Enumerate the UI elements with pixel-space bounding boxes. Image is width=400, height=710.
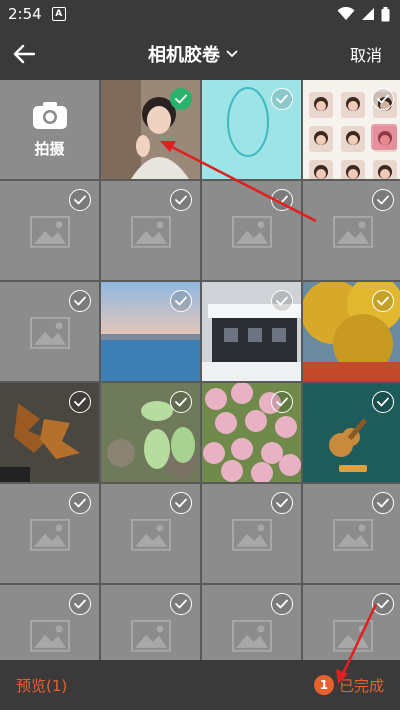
- select-circle-icon[interactable]: [271, 391, 293, 413]
- select-circle-icon[interactable]: [170, 593, 192, 615]
- photo-grid: 拍摄: [0, 80, 400, 660]
- select-circle-icon[interactable]: [372, 189, 394, 211]
- select-circle-icon[interactable]: [170, 189, 192, 211]
- photo-thumbnail[interactable]: [303, 80, 400, 179]
- select-circle-icon[interactable]: [69, 189, 91, 211]
- photo-thumbnail[interactable]: [101, 282, 200, 381]
- image-placeholder-icon: [29, 215, 70, 251]
- select-circle-icon[interactable]: [372, 593, 394, 615]
- select-circle-icon[interactable]: [69, 391, 91, 413]
- image-placeholder-icon: [332, 215, 373, 251]
- select-circle-icon[interactable]: [372, 88, 394, 110]
- photo-placeholder[interactable]: [0, 484, 99, 583]
- back-button[interactable]: [12, 42, 36, 66]
- image-placeholder-icon: [29, 619, 70, 655]
- select-circle-icon[interactable]: [69, 593, 91, 615]
- notification-icon: A: [51, 7, 66, 21]
- image-placeholder-icon: [130, 518, 171, 554]
- select-circle-icon[interactable]: [170, 492, 192, 514]
- select-circle-icon[interactable]: [170, 290, 192, 312]
- done-button[interactable]: 1 已完成: [313, 675, 384, 696]
- photo-thumbnail[interactable]: [202, 383, 301, 482]
- photo-placeholder[interactable]: [303, 484, 400, 583]
- photo-placeholder[interactable]: [101, 585, 200, 660]
- checked-circle-icon[interactable]: [170, 88, 192, 110]
- select-circle-icon[interactable]: [372, 492, 394, 514]
- image-placeholder-icon: [332, 619, 373, 655]
- photo-thumbnail[interactable]: [303, 383, 400, 482]
- select-circle-icon[interactable]: [69, 290, 91, 312]
- camera-capture-button[interactable]: 拍摄: [0, 80, 99, 179]
- photo-thumbnail[interactable]: [0, 383, 99, 482]
- bottom-bar: 预览(1) 1 已完成: [0, 660, 400, 710]
- image-placeholder-icon: [130, 619, 171, 655]
- photo-placeholder[interactable]: [0, 282, 99, 381]
- photo-placeholder[interactable]: [202, 585, 301, 660]
- wifi-icon: [337, 7, 355, 20]
- image-placeholder-icon: [29, 316, 70, 352]
- image-placeholder-icon: [332, 518, 373, 554]
- signal-icon: [362, 8, 374, 20]
- photo-placeholder[interactable]: [101, 181, 200, 280]
- battery-icon: [381, 6, 390, 21]
- select-circle-icon[interactable]: [69, 492, 91, 514]
- done-label: 已完成: [338, 676, 384, 695]
- status-time: 2:54: [8, 5, 42, 23]
- photo-thumbnail[interactable]: [202, 282, 301, 381]
- select-circle-icon[interactable]: [271, 492, 293, 514]
- image-placeholder-icon: [29, 518, 70, 554]
- select-circle-icon[interactable]: [271, 189, 293, 211]
- cancel-button[interactable]: 取消: [350, 42, 382, 66]
- title-bar: 相机胶卷 取消: [0, 28, 400, 80]
- select-circle-icon[interactable]: [271, 593, 293, 615]
- image-placeholder-icon: [130, 215, 171, 251]
- photo-placeholder[interactable]: [303, 585, 400, 660]
- photo-placeholder[interactable]: [0, 181, 99, 280]
- album-title: 相机胶卷: [147, 45, 220, 66]
- image-placeholder-icon: [231, 518, 272, 554]
- preview-button[interactable]: 预览(1): [16, 675, 67, 696]
- photo-placeholder[interactable]: [202, 484, 301, 583]
- chevron-down-icon: [226, 50, 238, 58]
- photo-thumbnail[interactable]: [202, 80, 301, 179]
- photo-thumbnail[interactable]: [303, 282, 400, 381]
- photo-placeholder[interactable]: [303, 181, 400, 280]
- photo-placeholder[interactable]: [101, 484, 200, 583]
- image-placeholder-icon: [231, 619, 272, 655]
- select-circle-icon[interactable]: [372, 290, 394, 312]
- back-arrow-icon: [13, 44, 35, 64]
- photo-placeholder[interactable]: [202, 181, 301, 280]
- album-selector[interactable]: 相机胶卷: [148, 41, 238, 67]
- select-circle-icon[interactable]: [372, 391, 394, 413]
- status-bar: 2:54 A: [0, 0, 400, 28]
- image-placeholder-icon: [231, 215, 272, 251]
- select-circle-icon[interactable]: [271, 290, 293, 312]
- photo-thumbnail[interactable]: [101, 383, 200, 482]
- camera-icon: [32, 100, 68, 134]
- select-circle-icon[interactable]: [271, 88, 293, 110]
- photo-thumbnail[interactable]: [101, 80, 200, 179]
- selected-count-badge: 1: [313, 675, 334, 695]
- select-circle-icon[interactable]: [170, 391, 192, 413]
- camera-label: 拍摄: [34, 140, 65, 158]
- photo-placeholder[interactable]: [0, 585, 99, 660]
